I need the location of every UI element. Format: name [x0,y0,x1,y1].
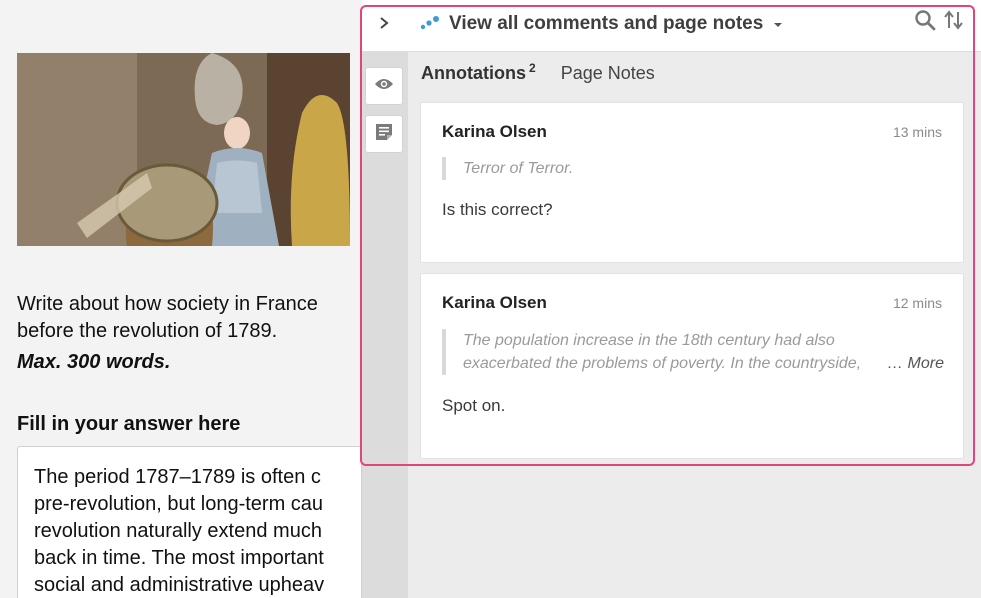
annotation-card[interactable]: Karina Olsen 12 mins The population incr… [420,273,964,459]
answer-line: social and administrative upheav [34,574,325,596]
word-limit: Max. 300 words. [17,351,171,373]
new-page-note-button[interactable] [365,115,403,153]
sort-button[interactable] [942,9,966,36]
caret-down-icon [774,23,783,27]
answer-line: pre-revolution, but long-term cau [34,493,324,515]
answer-line: back in time. The most important [34,547,324,569]
group-label: View all comments and page notes [449,13,764,34]
sidebar-rail [362,52,408,598]
annotation-card[interactable]: Karina Olsen 13 mins Terror of Terror. I… [420,102,964,263]
annotation-timestamp[interactable]: 12 mins [893,295,942,311]
search-icon [914,9,936,36]
annotation-sidebar: View all comments and page notes Annotat… [362,0,981,598]
answer-line: The period 1787–1789 is often c [34,466,321,488]
collapse-sidebar-button[interactable] [374,13,394,37]
tab-page-notes[interactable]: Page Notes [561,63,655,84]
page-content: Write about how society in France before… [0,0,378,598]
note-icon [375,123,393,146]
search-button[interactable] [913,9,937,36]
sort-icon [943,9,965,36]
annotation-author[interactable]: Karina Olsen [442,293,547,313]
annotation-body: Is this correct? [442,200,553,219]
annotations-count: 2 [529,61,536,75]
answer-heading: Fill in your answer here [17,413,241,435]
chevron-right-icon [379,16,389,35]
quote-line: The population increase in the 18th cent… [463,332,835,349]
question-prompt: Write about how society in France before… [17,291,357,345]
sidebar-topbar: View all comments and page notes [362,0,981,52]
quote-line: Terror of Terror. [463,160,574,177]
annotation-quote: The population increase in the 18th cent… [442,329,944,375]
tab-annotations-label: Annotations [421,63,526,83]
hypothesis-dots-icon [420,14,440,35]
annotation-timestamp[interactable]: 13 mins [893,124,942,140]
tab-annotations[interactable]: Annotations 2 [421,61,536,84]
group-selector[interactable]: View all comments and page notes [420,11,783,37]
prompt-line: Write about how society in France [17,293,318,315]
answer-textarea[interactable]: The period 1787–1789 is often c pre-revo… [17,446,362,598]
show-highlights-button[interactable] [365,67,403,105]
portrait-image [17,53,350,246]
sidebar-tabs: Annotations 2 Page Notes [421,61,655,87]
prompt-line: before the revolution of 1789. [17,320,278,342]
annotation-author[interactable]: Karina Olsen [442,122,547,142]
answer-line: revolution naturally extend much [34,520,322,542]
more-link[interactable]: … More [887,352,944,375]
annotation-body: Spot on. [442,396,506,415]
eye-icon [374,77,394,96]
quote-line: exacerbated the problems of poverty. In … [463,355,862,372]
annotation-quote: Terror of Terror. [442,157,573,180]
